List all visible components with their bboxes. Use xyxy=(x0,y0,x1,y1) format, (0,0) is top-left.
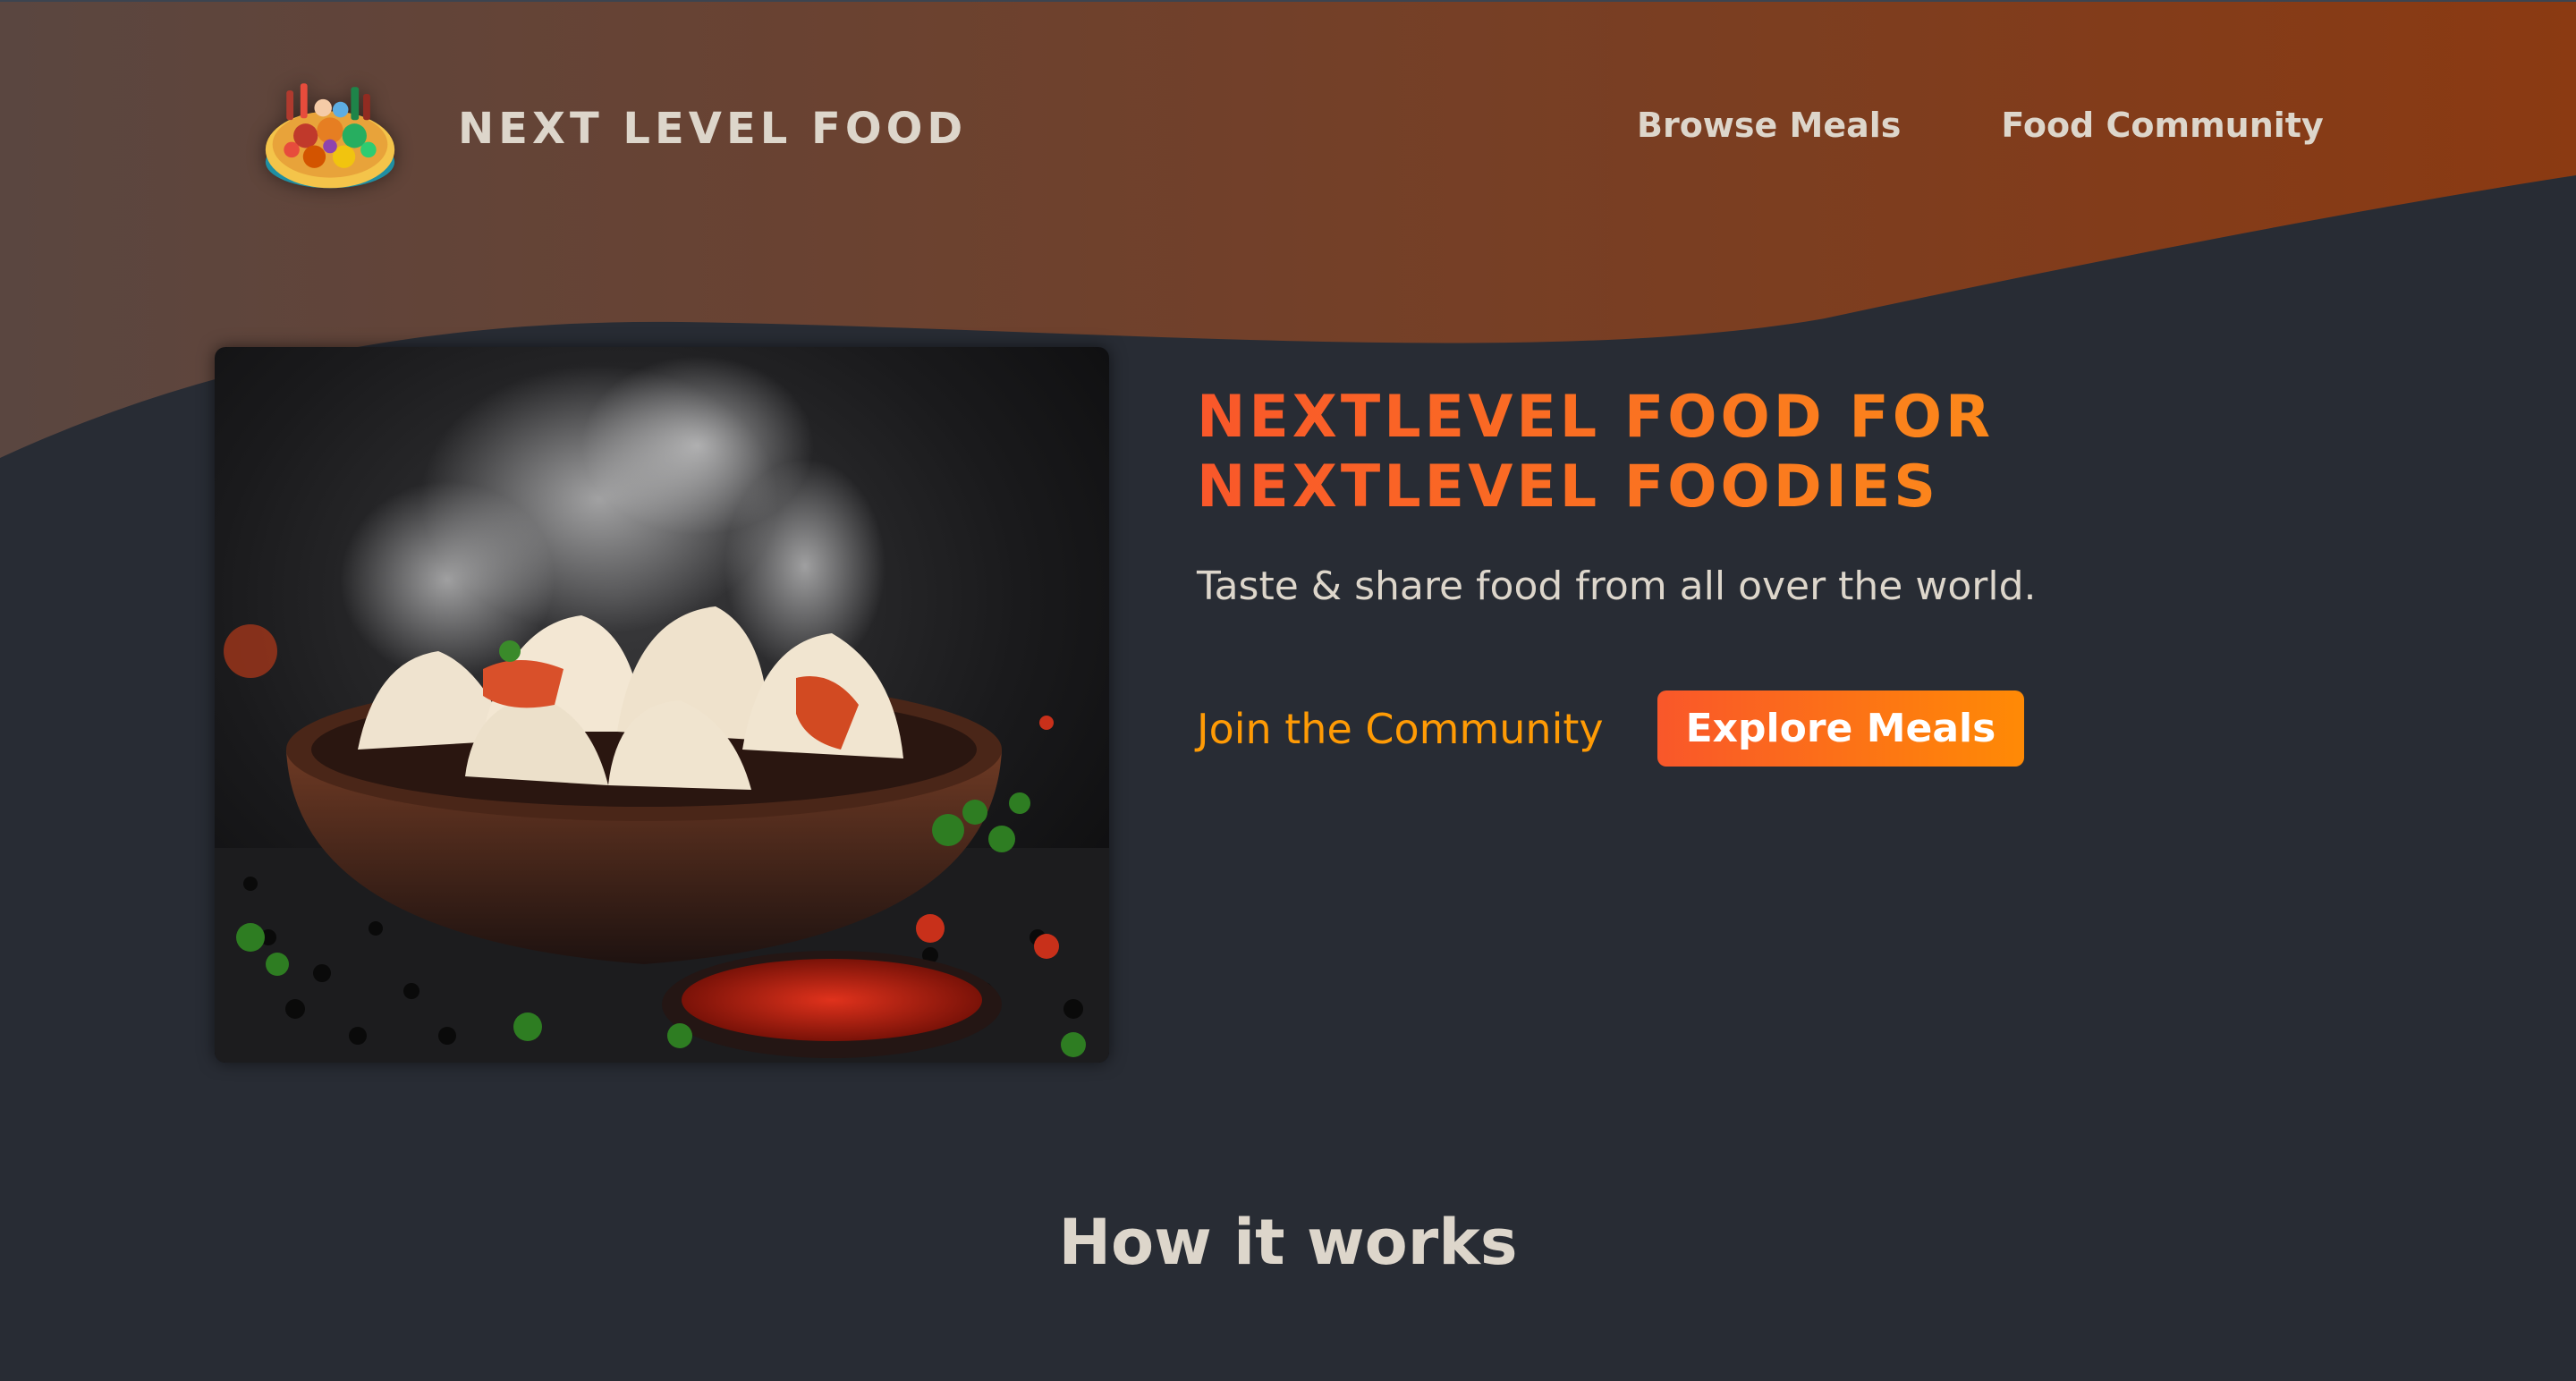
hero-title: NEXTLEVEL FOOD FOR NEXTLEVEL FOODIES xyxy=(1197,383,2360,522)
brand-name: NEXT LEVEL FOOD xyxy=(458,104,968,154)
hero-subtitle: Taste & share food from all over the wor… xyxy=(1197,563,2037,609)
nav-food-community[interactable]: Food Community xyxy=(2001,106,2323,145)
main-nav: Browse Meals Food Community xyxy=(1637,106,2324,145)
join-community-link[interactable]: Join the Community xyxy=(1197,705,1604,753)
home-logo-link[interactable]: NEXT LEVEL FOOD xyxy=(259,59,967,199)
dumplings-image xyxy=(215,347,1109,1063)
page-header: NEXT LEVEL FOOD Browse Meals Food Commun… xyxy=(0,0,2576,268)
hero-slideshow xyxy=(215,347,1109,1063)
explore-meals-button[interactable]: Explore Meals xyxy=(1657,690,2025,767)
nav-browse-meals[interactable]: Browse Meals xyxy=(1637,106,1901,145)
hero-cta: Join the Community Explore Meals xyxy=(1197,690,2025,767)
how-it-works-title: How it works xyxy=(1058,1206,1518,1279)
hero-title-line-2: NEXTLEVEL FOODIES xyxy=(1197,453,1940,521)
top-border xyxy=(0,0,2576,2)
food-plate-logo xyxy=(265,83,395,189)
hero-title-line-1: NEXTLEVEL FOOD FOR xyxy=(1197,384,1995,451)
